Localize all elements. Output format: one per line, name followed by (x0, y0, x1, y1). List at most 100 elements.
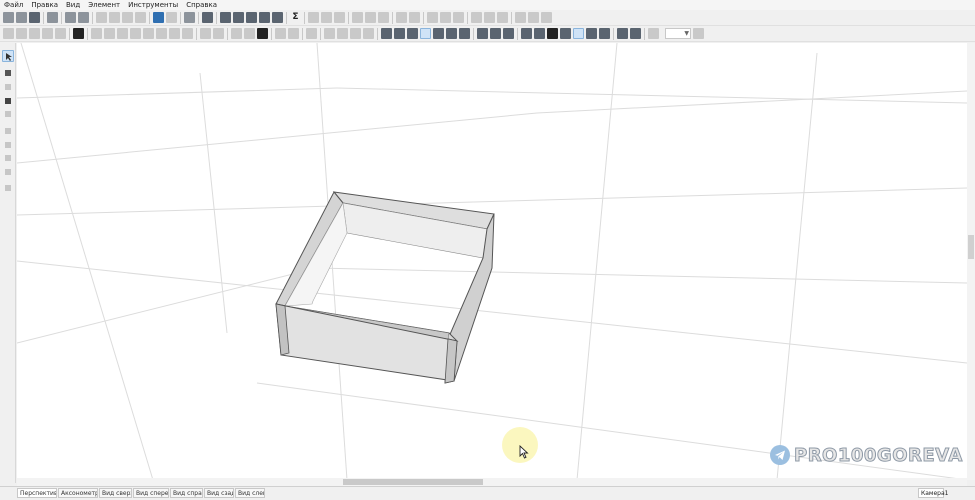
magnet-icon[interactable] (617, 28, 628, 39)
zoom-dropdown[interactable]: ▼ (665, 28, 691, 39)
pencil-tool-icon[interactable] (2, 95, 14, 107)
save-icon[interactable] (29, 12, 40, 23)
menu-edit[interactable]: Правка (31, 0, 58, 10)
menu-file[interactable]: Файл (4, 0, 23, 10)
group-icon[interactable] (427, 12, 438, 23)
pos-z-icon[interactable] (350, 28, 361, 39)
wave-icon[interactable] (534, 28, 545, 39)
edit-tool-icon[interactable] (2, 125, 14, 137)
distribute-vertical-icon[interactable] (409, 12, 420, 23)
view-side-icon[interactable] (407, 28, 418, 39)
add-icon[interactable] (143, 28, 154, 39)
pan-icon[interactable] (599, 28, 610, 39)
menu-tools[interactable]: Инструменты (128, 0, 178, 10)
split-tool-icon[interactable] (2, 139, 14, 151)
distribute-horizontal-icon[interactable] (396, 12, 407, 23)
rotate-icon[interactable] (484, 12, 495, 23)
eye-icon[interactable] (560, 28, 571, 39)
menu-view[interactable]: Вид (66, 0, 80, 10)
panel-icon[interactable] (259, 12, 270, 23)
height-icon[interactable] (306, 28, 317, 39)
paste-icon[interactable] (122, 12, 133, 23)
join-tool-icon[interactable] (2, 152, 14, 164)
snap-icon[interactable] (515, 12, 526, 23)
view-front-icon[interactable] (394, 28, 405, 39)
paint-icon[interactable] (477, 28, 488, 39)
shadow-icon[interactable] (490, 28, 501, 39)
move-icon[interactable] (497, 12, 508, 23)
width-icon[interactable] (275, 28, 286, 39)
sigma-report-icon[interactable]: Σ (290, 12, 301, 23)
arrow-down-icon[interactable] (117, 28, 128, 39)
view-hidden-icon[interactable] (433, 28, 444, 39)
redo-icon[interactable] (16, 28, 27, 39)
edge-icon[interactable] (213, 28, 224, 39)
tab-front-view[interactable]: Вид спереди (133, 488, 169, 498)
wall-tool-icon[interactable] (2, 81, 14, 93)
measure-icon[interactable] (541, 12, 552, 23)
undo-icon[interactable] (3, 28, 14, 39)
light-icon[interactable] (503, 28, 514, 39)
texture-icon[interactable] (521, 28, 532, 39)
cut-icon[interactable] (96, 12, 107, 23)
arrow-up-icon[interactable] (104, 28, 115, 39)
horizontal-scrollbar[interactable] (17, 478, 967, 486)
vertical-scrollbar[interactable] (967, 43, 975, 480)
zoom-icon[interactable] (648, 28, 659, 39)
anchor-icon[interactable] (363, 28, 374, 39)
lights-icon[interactable] (272, 12, 283, 23)
export-icon[interactable] (47, 12, 58, 23)
eraser-tool-icon[interactable] (2, 108, 14, 120)
menu-help[interactable]: Справка (186, 0, 217, 10)
measure-tool-icon[interactable] (2, 182, 14, 194)
dimension-icon[interactable] (91, 28, 102, 39)
align-right-icon[interactable] (334, 12, 345, 23)
pointer-tool-icon[interactable] (2, 50, 14, 62)
room-icon[interactable] (220, 12, 231, 23)
tab-axonometry[interactable]: Аксонометрия (58, 488, 98, 498)
mirror-icon[interactable] (471, 12, 482, 23)
cut-tool-icon[interactable] (2, 166, 14, 178)
zoom-fit-icon[interactable] (630, 28, 641, 39)
rotate-cw-icon[interactable] (130, 28, 141, 39)
delete-icon[interactable] (135, 12, 146, 23)
select-mode-icon[interactable] (573, 28, 584, 39)
view-wireframe-icon[interactable] (420, 28, 431, 39)
align-center-icon[interactable] (321, 12, 332, 23)
tab-right-view[interactable]: Вид справа (170, 488, 203, 498)
horizontal-scroll-thumb[interactable] (343, 479, 483, 485)
shape-icon[interactable] (200, 28, 211, 39)
pos-y-icon[interactable] (337, 28, 348, 39)
pos-x-icon[interactable] (324, 28, 335, 39)
3d-viewport[interactable] (17, 43, 967, 480)
settings-icon[interactable] (257, 28, 268, 39)
visibility-icon[interactable] (231, 28, 242, 39)
corner-icon[interactable] (182, 28, 193, 39)
zoom-search-icon[interactable] (693, 28, 704, 39)
open-file-icon[interactable] (16, 12, 27, 23)
align-bottom-icon[interactable] (378, 12, 389, 23)
furniture-icon[interactable] (246, 12, 257, 23)
edit-icon[interactable] (29, 28, 40, 39)
catalog-icon[interactable] (184, 12, 195, 23)
properties-icon[interactable] (202, 12, 213, 23)
view-shaded-icon[interactable] (446, 28, 457, 39)
render-icon[interactable] (153, 12, 164, 23)
flip-icon[interactable] (169, 28, 180, 39)
vertical-scroll-thumb[interactable] (968, 235, 974, 259)
align-top-icon[interactable] (352, 12, 363, 23)
wall-icon[interactable] (233, 12, 244, 23)
grid-snap-tool-icon[interactable] (2, 67, 14, 79)
view-textured-icon[interactable] (459, 28, 470, 39)
lock-icon[interactable] (453, 12, 464, 23)
tab-perspective[interactable]: Перспектива (17, 488, 57, 498)
align-middle-icon[interactable] (365, 12, 376, 23)
tab-camera[interactable]: Камера1 (918, 488, 948, 498)
cabinet-box-model[interactable] (275, 191, 495, 384)
orbit-icon[interactable] (586, 28, 597, 39)
menu-element[interactable]: Элемент (88, 0, 120, 10)
align-left-icon[interactable] (308, 12, 319, 23)
material-icon[interactable] (166, 12, 177, 23)
split-icon[interactable] (42, 28, 53, 39)
print-icon[interactable] (65, 12, 76, 23)
